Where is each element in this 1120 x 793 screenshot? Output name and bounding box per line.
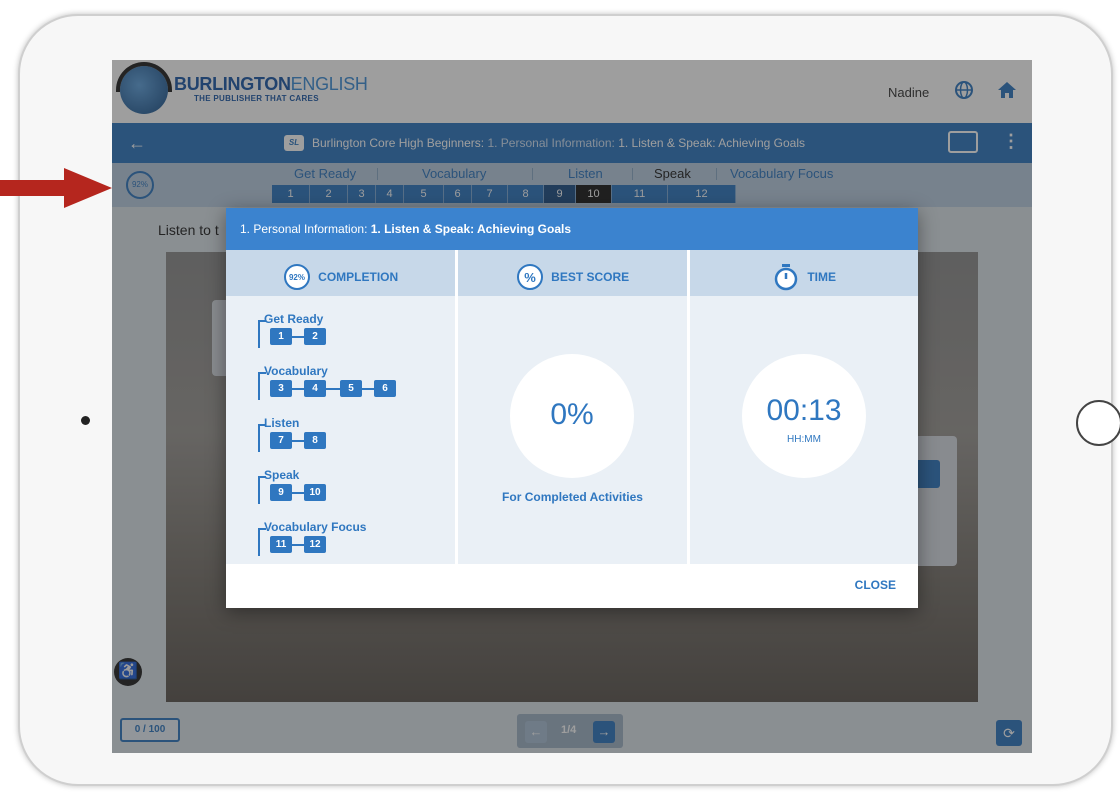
group-step-1[interactable]: 1 — [270, 328, 292, 345]
group-step-12[interactable]: 12 — [304, 536, 326, 553]
group-name: Vocabulary — [264, 364, 328, 378]
modal-title-lesson: 1. Listen & Speak: Achieving Goals — [370, 222, 572, 236]
close-button[interactable]: CLOSE — [855, 578, 896, 592]
modal-title: 1. Personal Information: 1. Listen & Spe… — [240, 222, 571, 236]
percent-circle-icon: % — [516, 264, 543, 290]
group-step-3[interactable]: 3 — [270, 380, 292, 397]
red-pointer-arrow-icon — [0, 168, 112, 208]
time-value: 00:13 — [766, 394, 842, 427]
completion-circle-icon: 92% — [283, 264, 310, 290]
modal-header: 1. Personal Information: 1. Listen & Spe… — [226, 208, 918, 250]
completion-column: 92% COMPLETION Get Ready 1 2 Vocabulary … — [226, 250, 455, 564]
time-circle: 00:13 HH:MM — [742, 354, 866, 478]
completion-icon-percent: 92% — [289, 273, 305, 282]
best-score-header: % BEST SCORE — [458, 250, 687, 296]
group-step-10[interactable]: 10 — [304, 484, 326, 501]
group-step-11[interactable]: 11 — [270, 536, 292, 553]
group-step-6[interactable]: 6 — [374, 380, 396, 397]
progress-modal: 1. Personal Information: 1. Listen & Spe… — [226, 208, 918, 608]
completion-header: 92% COMPLETION — [226, 250, 455, 296]
home-hardware-button[interactable] — [1076, 400, 1120, 446]
camera-dot — [81, 416, 90, 425]
group-step-5[interactable]: 5 — [340, 380, 362, 397]
group-step-4[interactable]: 4 — [304, 380, 326, 397]
time-header: TIME — [690, 250, 918, 296]
group-step-9[interactable]: 9 — [270, 484, 292, 501]
group-name: Speak — [264, 468, 300, 482]
app-screen: BURLINGTONENGLISH THE PUBLISHER THAT CAR… — [112, 60, 1032, 753]
group-step-8[interactable]: 8 — [304, 432, 326, 449]
best-score-value: 0% — [550, 398, 594, 431]
best-score-column: % BEST SCORE 0% For Completed Activities — [458, 250, 687, 564]
group-name: Listen — [264, 416, 300, 430]
best-score-circle: 0% — [510, 354, 634, 478]
best-score-label: BEST SCORE — [551, 270, 630, 284]
group-step-2[interactable]: 2 — [304, 328, 326, 345]
stopwatch-icon — [774, 264, 798, 291]
group-name: Vocabulary Focus — [264, 520, 367, 534]
percent-icon-symbol: % — [524, 270, 536, 285]
time-label: TIME — [807, 270, 836, 284]
time-column: TIME 00:13 HH:MM — [690, 250, 918, 564]
group-step-7[interactable]: 7 — [270, 432, 292, 449]
time-unit: HH:MM — [787, 434, 821, 445]
completion-label: COMPLETION — [318, 270, 399, 284]
modal-title-unit: 1. Personal Information: — [240, 222, 368, 236]
group-name: Get Ready — [264, 312, 324, 326]
best-score-note: For Completed Activities — [502, 490, 643, 504]
